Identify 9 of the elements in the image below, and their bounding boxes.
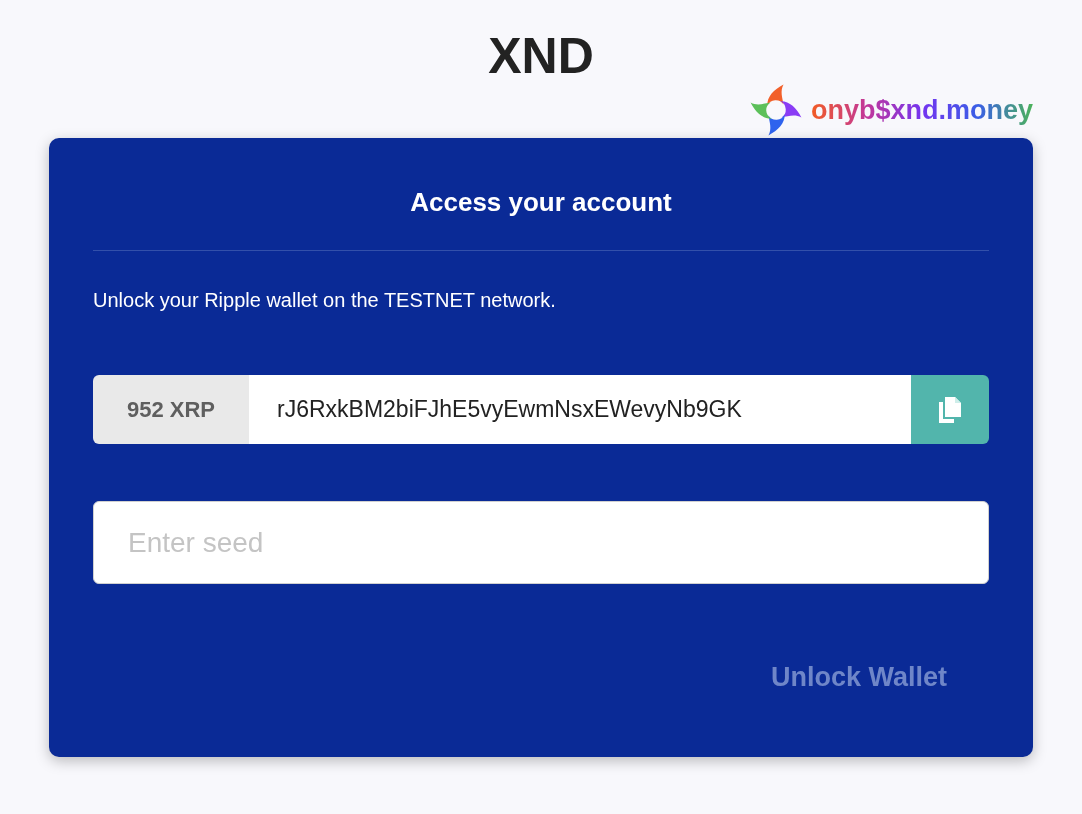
seed-field[interactable]: Enter seed bbox=[93, 501, 989, 584]
swirl-logo-icon bbox=[748, 83, 803, 137]
card-description: Unlock your Ripple wallet on the TESTNET network. bbox=[93, 288, 557, 313]
copy-button[interactable] bbox=[911, 375, 989, 444]
app-title: XND bbox=[488, 30, 594, 82]
copy-icon bbox=[939, 396, 961, 423]
balance-label: 952 XRP bbox=[93, 375, 249, 444]
address-field[interactable]: rJ6RxkBM2biFJhE5vyEwmNsxEWevyNb9GK bbox=[249, 375, 911, 444]
card-title: Access your account bbox=[409, 186, 673, 218]
